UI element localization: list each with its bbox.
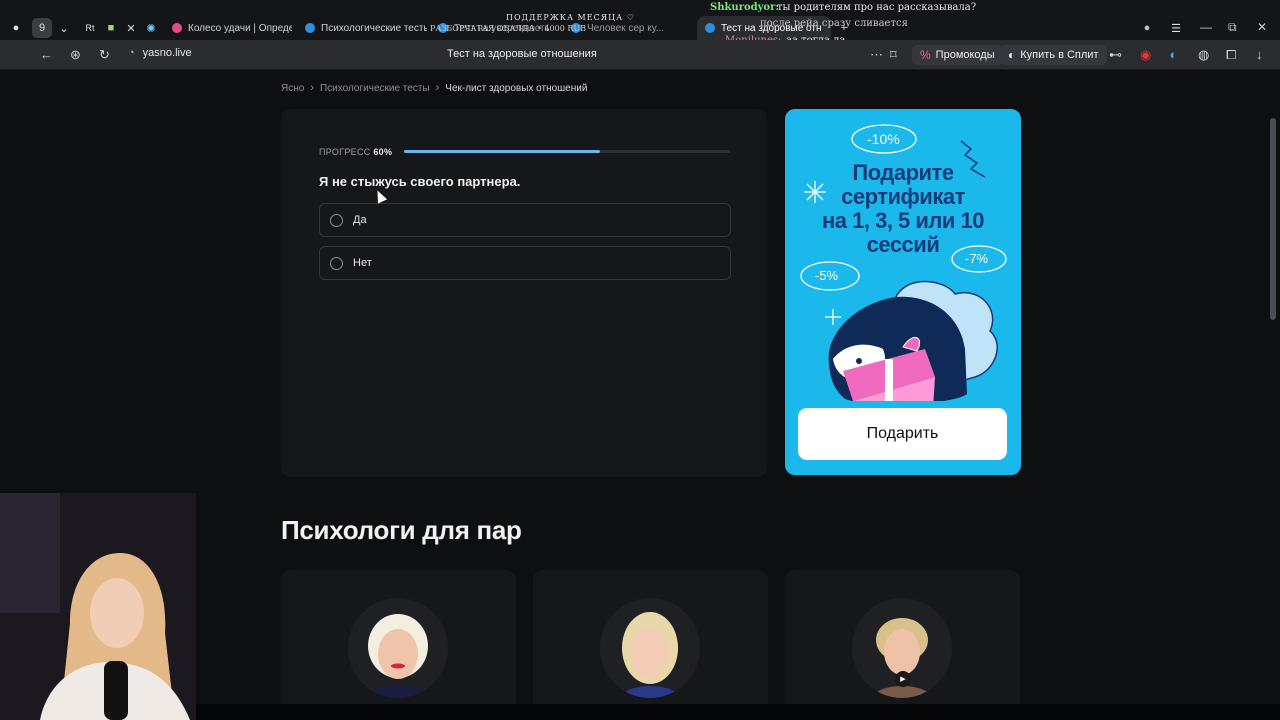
close-window-icon[interactable]: ✕ — [1257, 20, 1267, 34]
split-label: Купить в Сплит — [1020, 49, 1099, 61]
psychologist-photo — [600, 598, 700, 698]
breadcrumb-current: Чек-лист здоровых отношений — [445, 82, 588, 94]
split-extension[interactable]: ◐ Купить в Сплит — [1000, 45, 1107, 65]
promo-title-line: сертификат — [841, 184, 965, 209]
tab-favicon — [705, 23, 715, 33]
pinned-tab-icon[interactable]: ■ — [101, 18, 121, 38]
overlay-support-title: ПОДДЕРЖКА МЕСЯЦА ♡ — [506, 13, 635, 22]
answer-option-yes[interactable]: Да — [319, 203, 731, 237]
tab-label: Человек сер ку... — [587, 22, 665, 34]
scrollbar[interactable] — [1270, 118, 1276, 320]
tab-counter-icon[interactable]: 9 — [32, 18, 52, 38]
breadcrumb: Ясно › Психологические тесты › Чек-лист … — [281, 82, 587, 94]
progress-value: 60% — [373, 147, 393, 157]
split-icon: ◐ — [1008, 48, 1016, 62]
psychologist-card[interactable] — [533, 570, 768, 720]
webcam-image — [0, 493, 196, 720]
maximize-icon[interactable]: ⧉ — [1228, 20, 1237, 35]
bottom-strip — [196, 704, 1280, 720]
discount-badge: -5% — [815, 268, 839, 283]
breadcrumb-home[interactable]: Ясно — [281, 83, 304, 94]
test-card: ПРОГРЕСС 60% Я не стыжусь своего партнер… — [281, 109, 767, 477]
shield-icon[interactable]: ⊛ — [70, 47, 81, 63]
overlay-support-sub: РАЗБОРЧАТАЯ ОБАЛДА • 4000 RUB — [430, 24, 586, 33]
promo-title: Подарите сертификат на 1, 3, 5 или 10 се… — [785, 161, 1021, 257]
page-title: Тест на здоровые отношения — [447, 48, 597, 60]
promo-codes-extension[interactable]: % Промокоды — [912, 45, 1003, 65]
tab-psych-tests[interactable]: Психологические тесты — [297, 16, 427, 40]
tab-favicon — [172, 23, 182, 33]
progress-label: ПРОГРЕСС 60% — [319, 147, 392, 157]
reload-icon[interactable]: ↻ — [99, 47, 110, 63]
promo-title-line: на 1, 3, 5 или 10 — [821, 208, 985, 233]
progress-bar-fill — [404, 150, 600, 153]
chevron-right-icon: › — [310, 82, 314, 94]
gift-certificate-banner[interactable]: -10% -5% -7% Подарите сертификат на 1, 3… — [785, 109, 1021, 475]
overlay-chat-message: ты родителям про нас рассказывала? — [777, 2, 977, 13]
avatar — [600, 598, 700, 698]
menu-icon[interactable]: ☰ — [1166, 18, 1186, 38]
progress-label-text: ПРОГРЕСС — [319, 147, 371, 157]
extensions-puzzle-icon[interactable]: ⧠ — [1226, 47, 1236, 63]
tab-label: Психологические тесты — [321, 22, 427, 34]
answer-option-no[interactable]: Нет — [319, 246, 731, 280]
audio-icon[interactable]: ◖ — [1168, 47, 1176, 62]
tab-favicon — [305, 23, 315, 33]
overlay-chat-user: Shkurodyor: — [710, 2, 780, 13]
tab-bar: ● 9 ⌄ Rt ■ ✕ ✺ Колесо удачи | Определи П… — [0, 0, 1280, 40]
address-bar: ← ⊛ ↻ ◔ yasno.live Тест на здоровые отно… — [0, 40, 1280, 70]
psychologist-card[interactable] — [281, 570, 516, 720]
progress-bar — [404, 150, 730, 153]
minimize-icon[interactable]: — — [1200, 20, 1212, 34]
pinned-tab-icon[interactable]: ✺ — [141, 18, 161, 38]
answer-label: Нет — [353, 257, 372, 269]
tab-label: Колесо удачи | Определи — [188, 22, 292, 34]
streamer-webcam — [0, 493, 196, 720]
profile-icon[interactable]: ● — [1137, 18, 1157, 38]
promo-codes-label: Промокоды — [935, 49, 995, 61]
url-text: yasno.live — [142, 47, 192, 59]
tab-wheel[interactable]: Колесо удачи | Определи — [164, 16, 292, 40]
psychologist-photo — [348, 598, 448, 698]
radio-button[interactable] — [330, 213, 343, 227]
browser-logo-icon[interactable]: ● — [6, 18, 26, 38]
url-field[interactable]: ◔ yasno.live — [128, 47, 192, 59]
answer-label: Да — [353, 214, 367, 226]
chevron-right-icon: › — [435, 82, 440, 94]
question-text: Я не стыжусь своего партнера. — [319, 174, 521, 189]
pinned-tab-icon[interactable]: Rt — [80, 18, 100, 38]
psychologist-card[interactable]: ▶ — [785, 570, 1020, 720]
more-icon[interactable]: ⋯ — [870, 47, 883, 63]
lock-icon: ◔ — [128, 47, 135, 59]
globe-icon[interactable]: ◍ — [1198, 47, 1209, 63]
glasses-icon[interactable]: ⊷ — [1109, 47, 1122, 63]
download-icon[interactable]: ↓ — [1256, 47, 1263, 62]
gift-button[interactable]: Подарить — [798, 408, 1007, 460]
pinned-tab-x-icon[interactable]: ✕ — [121, 18, 141, 38]
promo-title-line: Подарите — [852, 160, 954, 185]
promo-title-line: сессий — [866, 232, 940, 257]
radio-button[interactable] — [330, 256, 343, 270]
play-icon[interactable]: ▶ — [895, 671, 911, 687]
chevron-down-icon[interactable]: ⌄ — [54, 18, 74, 38]
extension-icon[interactable]: ◉ — [1140, 47, 1151, 63]
discount-badge: -10% — [867, 131, 900, 147]
percent-icon: % — [920, 48, 931, 62]
overlay-chat-line: после рейа сразу сливается — [760, 18, 908, 29]
section-title: Психологи для пар — [281, 515, 522, 545]
bookmark-icon[interactable]: ⌑ — [890, 47, 897, 63]
back-icon[interactable]: ← — [40, 47, 53, 62]
breadcrumb-tests[interactable]: Психологические тесты — [320, 83, 430, 94]
avatar — [348, 598, 448, 698]
